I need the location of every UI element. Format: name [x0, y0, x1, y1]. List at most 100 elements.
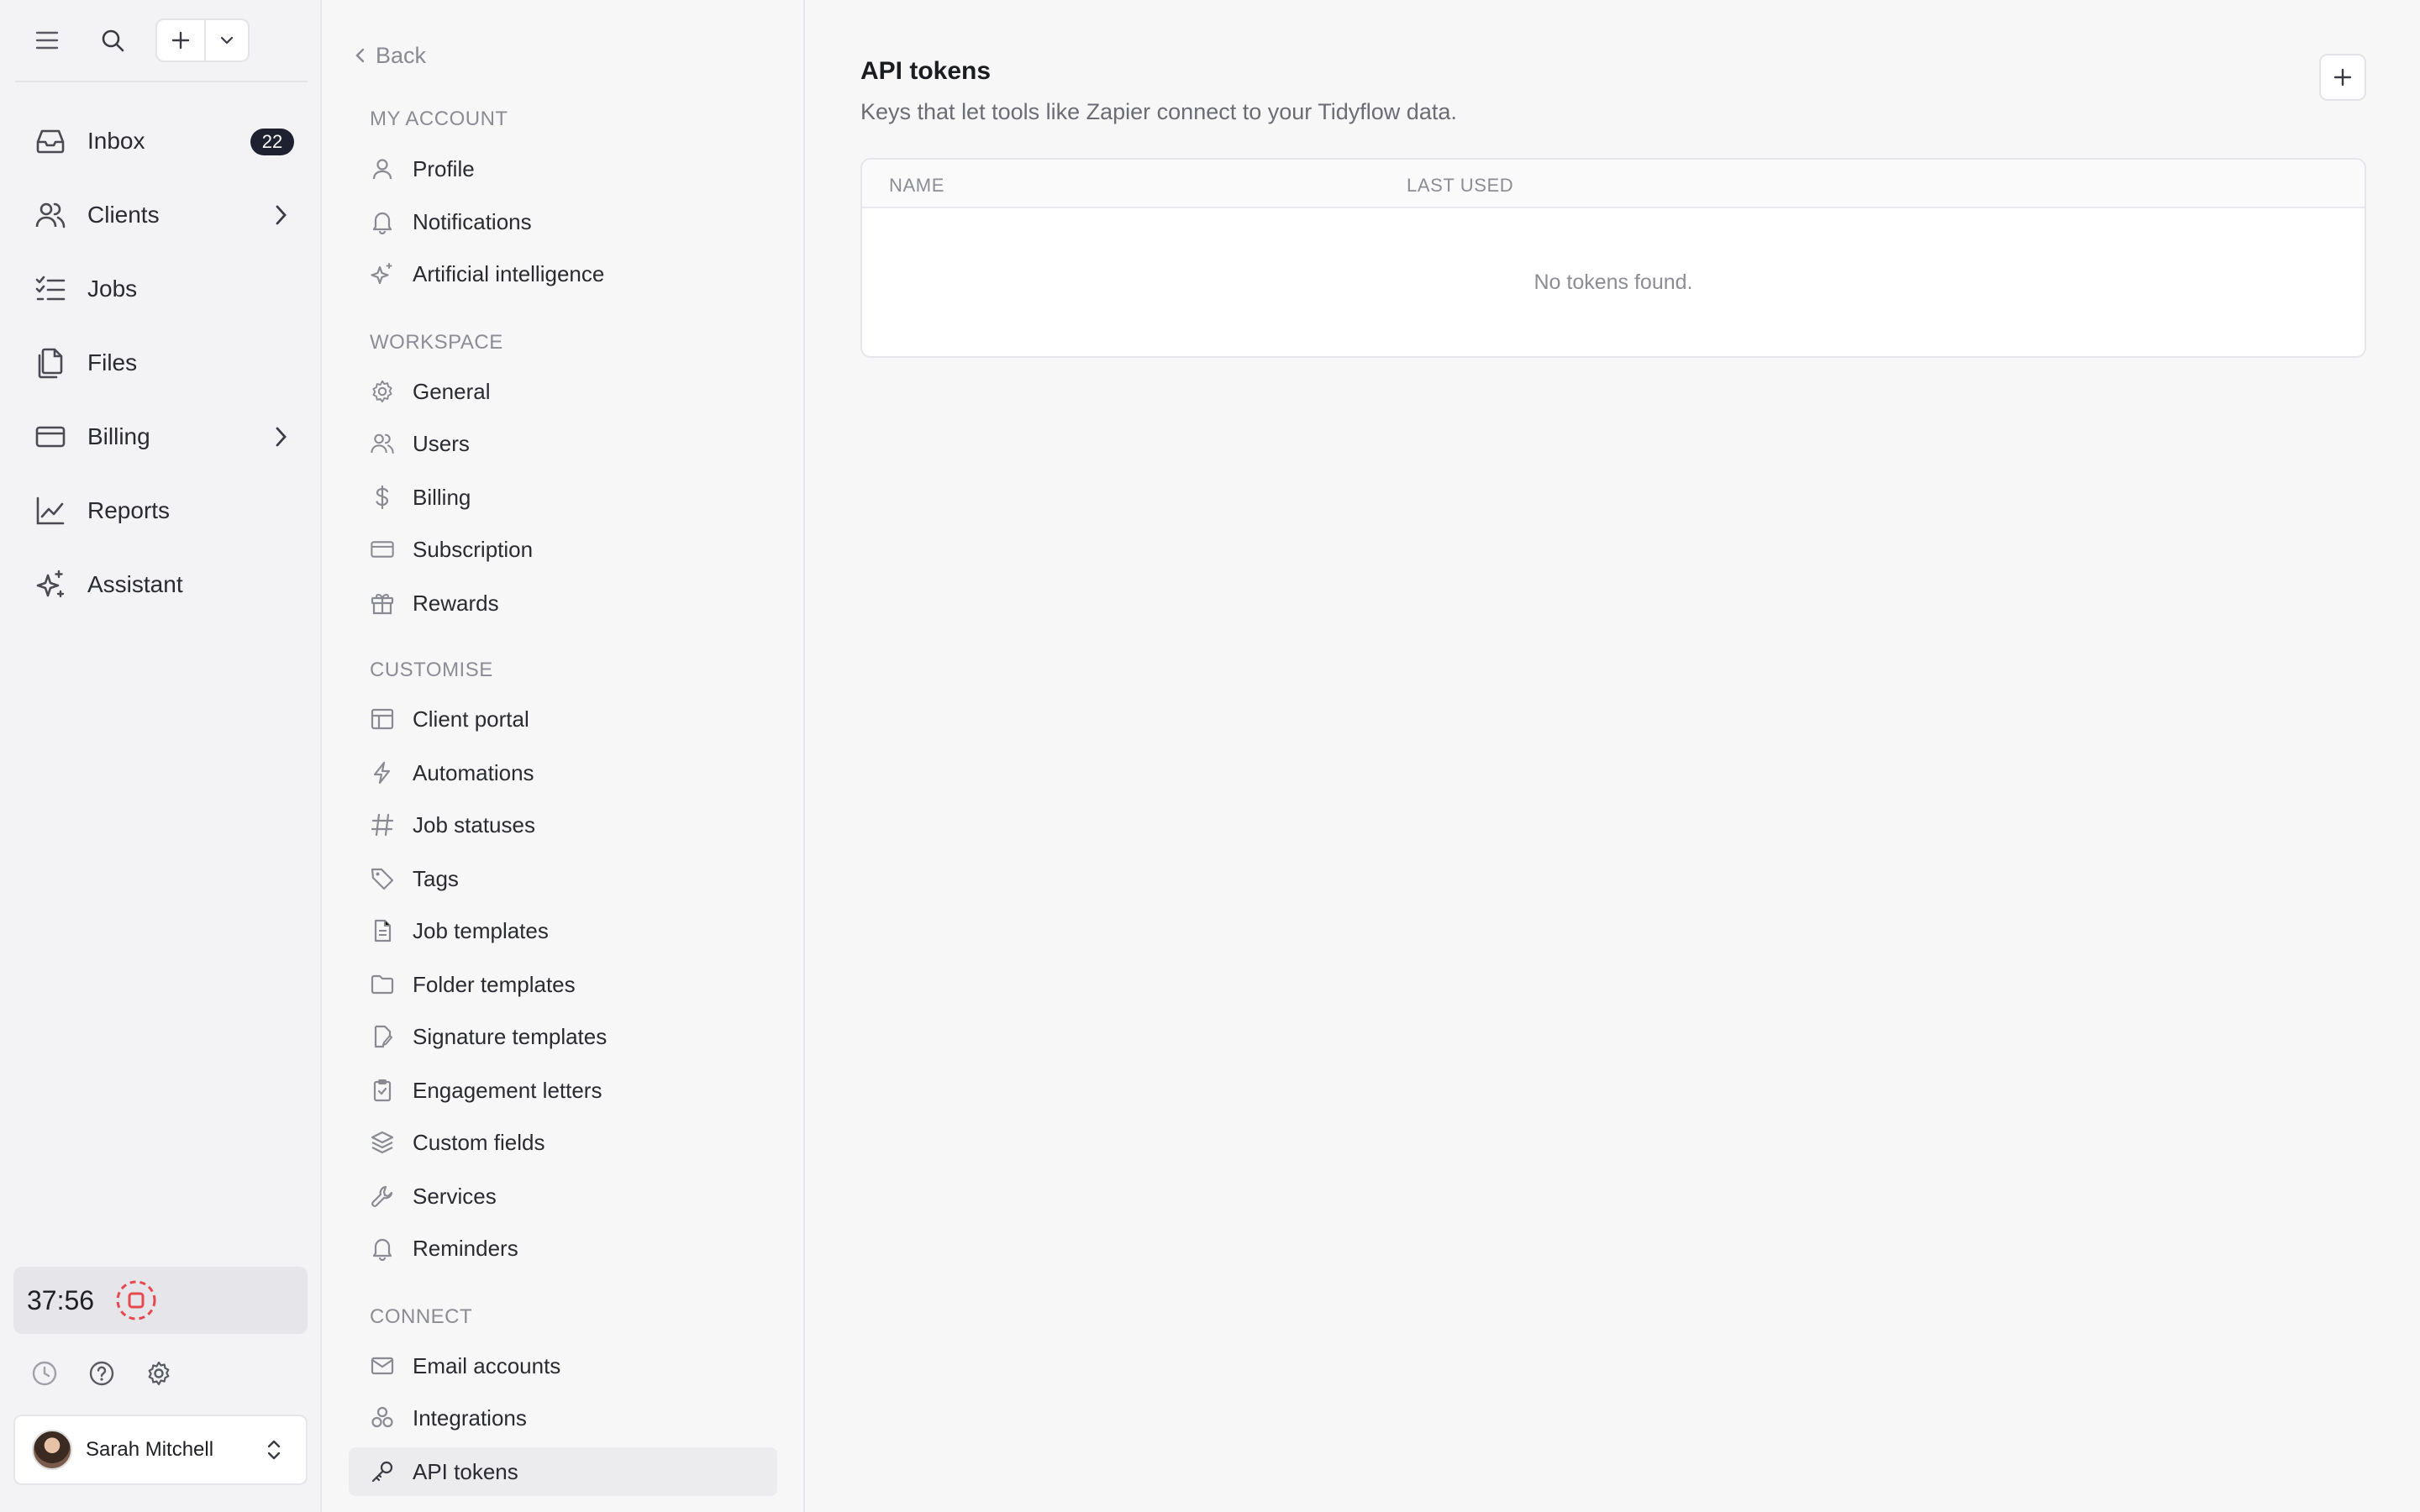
layout-icon — [367, 704, 397, 734]
settings-item-label: Artificial intelligence — [413, 260, 605, 286]
mail-icon — [367, 1351, 397, 1381]
chevron-left-icon — [354, 45, 367, 66]
files-icon — [34, 346, 67, 380]
sparkles-icon — [34, 568, 67, 601]
main-content: API tokens Keys that let tools like Zapi… — [805, 0, 2420, 1512]
settings-item-label: Billing — [413, 484, 471, 510]
nav-label: Billing — [87, 423, 150, 449]
nav-label: Assistant — [87, 571, 183, 597]
chevron-down-icon[interactable] — [206, 20, 248, 60]
nav-label: Files — [87, 349, 138, 375]
gear-icon — [367, 376, 397, 407]
settings-item-label: Custom fields — [413, 1129, 545, 1155]
tag-icon — [367, 864, 397, 894]
settings-item-job-statuses[interactable]: Job statuses — [349, 801, 777, 849]
nav-label: Jobs — [87, 276, 138, 302]
group-title-my-account: MY ACCOUNT — [370, 108, 508, 130]
group-title-connect: CONNECT — [370, 1305, 473, 1328]
nav-item-files[interactable]: Files — [0, 326, 322, 400]
empty-state-message: No tokens found. — [1534, 270, 1693, 294]
app-nav: Inbox 22 Clients Jobs Files Billing Repo… — [0, 104, 322, 622]
nav-item-inbox[interactable]: Inbox 22 — [0, 104, 322, 178]
settings-sidebar: Back MY ACCOUNT Profile Notifications Ar… — [322, 0, 805, 1512]
settings-item-rewards[interactable]: Rewards — [349, 579, 777, 627]
settings-item-label: Reminders — [413, 1235, 518, 1261]
clock-icon[interactable] — [29, 1357, 60, 1389]
wrench-icon — [367, 1181, 397, 1211]
search-icon[interactable] — [97, 25, 128, 55]
users-icon — [367, 428, 397, 459]
settings-item-engagement-letters[interactable]: Engagement letters — [349, 1066, 777, 1115]
back-label: Back — [376, 42, 427, 68]
settings-item-billing[interactable]: Billing — [349, 473, 777, 522]
settings-item-automations[interactable]: Automations — [349, 748, 777, 797]
settings-item-integrations[interactable]: Integrations — [349, 1394, 777, 1442]
page-description: Keys that let tools like Zapier connect … — [860, 99, 1457, 124]
stop-recording-icon[interactable] — [114, 1278, 158, 1322]
settings-item-tags[interactable]: Tags — [349, 854, 777, 903]
group-title-customise: CUSTOMISE — [370, 659, 493, 681]
settings-item-notifications[interactable]: Notifications — [349, 197, 777, 246]
settings-item-label: Client portal — [413, 706, 529, 732]
settings-item-label: Signature templates — [413, 1023, 608, 1049]
back-link[interactable]: Back — [354, 39, 426, 72]
user-name: Sarah Mitchell — [86, 1438, 214, 1461]
hash-icon — [367, 810, 397, 840]
key-icon — [367, 1457, 397, 1487]
settings-item-services[interactable]: Services — [349, 1172, 777, 1221]
nav-item-jobs[interactable]: Jobs — [0, 252, 322, 326]
time-tracker[interactable]: 37:56 — [13, 1267, 308, 1334]
plus-icon[interactable] — [157, 20, 206, 60]
settings-item-label: Tags — [413, 865, 459, 891]
nav-label: Reports — [87, 497, 171, 523]
layers-icon — [367, 1127, 397, 1158]
column-header-last-used[interactable]: LAST USED — [1407, 175, 1513, 197]
user-icon — [367, 154, 397, 184]
avatar — [32, 1430, 72, 1470]
credit-card-icon — [367, 534, 397, 564]
chart-line-icon — [34, 494, 67, 528]
lightning-icon — [367, 758, 397, 788]
settings-item-folder-templates[interactable]: Folder templates — [349, 960, 777, 1009]
settings-item-profile[interactable]: Profile — [349, 144, 777, 193]
nav-item-clients[interactable]: Clients — [0, 178, 322, 252]
settings-item-job-templates[interactable]: Job templates — [349, 906, 777, 955]
chevron-right-icon[interactable] — [266, 200, 296, 230]
users-icon — [34, 198, 67, 232]
inbox-icon — [34, 124, 67, 158]
chevron-right-icon[interactable] — [266, 422, 296, 452]
settings-item-subscription[interactable]: Subscription — [349, 525, 777, 574]
app-sidebar: Inbox 22 Clients Jobs Files Billing Repo… — [0, 0, 322, 1512]
quick-add-button[interactable] — [155, 18, 250, 62]
nav-item-assistant[interactable]: Assistant — [0, 548, 322, 622]
settings-item-artificial-intelligence[interactable]: Artificial intelligence — [349, 249, 777, 298]
chevrons-up-down-icon[interactable] — [260, 1436, 287, 1463]
menu-icon[interactable] — [32, 25, 62, 55]
settings-item-label: Engagement letters — [413, 1077, 602, 1103]
nav-item-billing[interactable]: Billing — [0, 400, 322, 474]
add-token-button[interactable] — [2319, 54, 2366, 101]
gear-icon[interactable] — [143, 1357, 175, 1389]
folder-icon — [367, 969, 397, 1000]
settings-item-label: API tokens — [413, 1458, 518, 1484]
help-icon[interactable] — [86, 1357, 118, 1389]
column-header-name[interactable]: NAME — [889, 175, 944, 197]
bell-icon — [367, 1233, 397, 1263]
tokens-table: NAME LAST USED No tokens found. — [860, 158, 2366, 358]
gift-icon — [367, 588, 397, 618]
settings-item-label: Users — [413, 430, 470, 456]
document-icon — [367, 916, 397, 946]
user-switcher[interactable]: Sarah Mitchell — [13, 1415, 308, 1485]
settings-item-email-accounts[interactable]: Email accounts — [349, 1341, 777, 1390]
settings-item-reminders[interactable]: Reminders — [349, 1224, 777, 1273]
settings-item-custom-fields[interactable]: Custom fields — [349, 1118, 777, 1167]
nav-item-reports[interactable]: Reports — [0, 474, 322, 548]
group-title-workspace: WORKSPACE — [370, 331, 503, 354]
settings-item-client-portal[interactable]: Client portal — [349, 695, 777, 743]
sidebar-topbar — [0, 0, 322, 81]
settings-item-api-tokens[interactable]: API tokens — [349, 1447, 777, 1496]
settings-item-signature-templates[interactable]: Signature templates — [349, 1012, 777, 1061]
integrations-icon — [367, 1403, 397, 1433]
settings-item-general[interactable]: General — [349, 367, 777, 416]
settings-item-users[interactable]: Users — [349, 419, 777, 468]
